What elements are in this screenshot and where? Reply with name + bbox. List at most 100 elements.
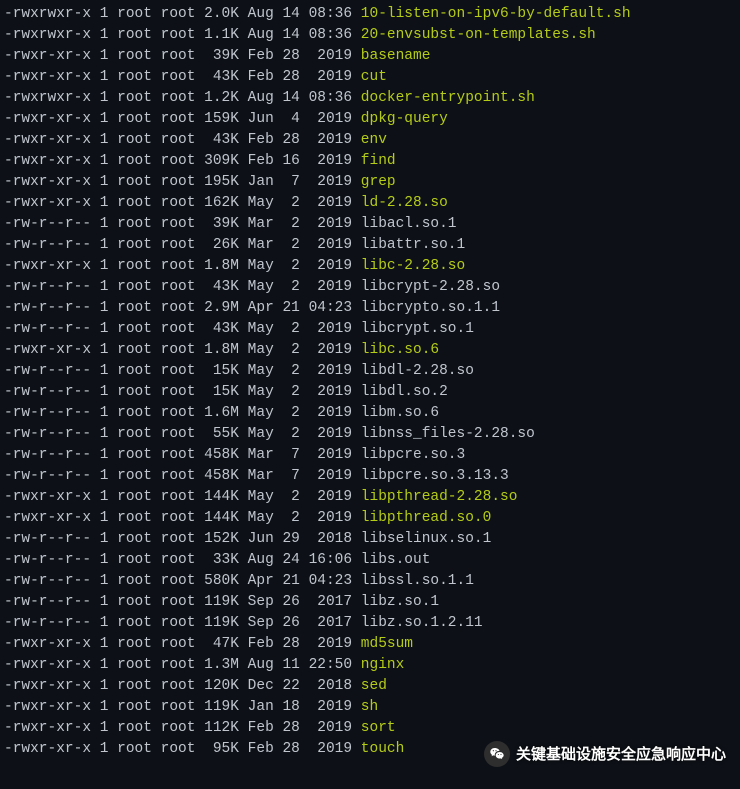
- link-count: 1: [91, 489, 108, 505]
- owner: root: [108, 195, 152, 211]
- owner: root: [108, 48, 152, 64]
- link-count: 1: [91, 69, 108, 85]
- link-count: 1: [91, 132, 108, 148]
- link-count: 1: [91, 237, 108, 253]
- file-name: libattr.so.1: [352, 237, 465, 253]
- listing-row: -rwxrwxr-x 1 root root 1.2K Aug 14 08:36…: [4, 88, 736, 109]
- permissions: -rw-r--r--: [4, 405, 91, 421]
- listing-row: -rwxr-xr-x 1 root root 43K Feb 28 2019 c…: [4, 67, 736, 88]
- permissions: -rwxr-xr-x: [4, 678, 91, 694]
- file-name: touch: [352, 741, 404, 757]
- file-date: May 2 2019: [239, 384, 352, 400]
- file-name: libpthread-2.28.so: [352, 489, 517, 505]
- listing-row: -rw-r--r-- 1 root root 55K May 2 2019 li…: [4, 424, 736, 445]
- link-count: 1: [91, 279, 108, 295]
- group: root: [152, 615, 196, 631]
- permissions: -rwxr-xr-x: [4, 258, 91, 274]
- file-size: 1.8M: [195, 258, 239, 274]
- listing-row: -rw-r--r-- 1 root root 43K May 2 2019 li…: [4, 277, 736, 298]
- file-size: 1.3M: [195, 657, 239, 673]
- owner: root: [108, 111, 152, 127]
- owner: root: [108, 132, 152, 148]
- file-size: 119K: [195, 615, 239, 631]
- link-count: 1: [91, 531, 108, 547]
- file-size: 33K: [195, 552, 239, 568]
- file-name: md5sum: [352, 636, 413, 652]
- file-name: basename: [352, 48, 430, 64]
- listing-row: -rwxrwxr-x 1 root root 2.0K Aug 14 08:36…: [4, 4, 736, 25]
- listing-row: -rwxr-xr-x 1 root root 47K Feb 28 2019 m…: [4, 634, 736, 655]
- link-count: 1: [91, 657, 108, 673]
- file-size: 309K: [195, 153, 239, 169]
- group: root: [152, 48, 196, 64]
- permissions: -rwxr-xr-x: [4, 636, 91, 652]
- group: root: [152, 153, 196, 169]
- listing-row: -rw-r--r-- 1 root root 458K Mar 7 2019 l…: [4, 445, 736, 466]
- file-size: 55K: [195, 426, 239, 442]
- file-date: Jun 4 2019: [239, 111, 352, 127]
- permissions: -rw-r--r--: [4, 237, 91, 253]
- listing-row: -rwxr-xr-x 1 root root 112K Feb 28 2019 …: [4, 718, 736, 739]
- group: root: [152, 573, 196, 589]
- file-date: Jan 7 2019: [239, 174, 352, 190]
- owner: root: [108, 27, 152, 43]
- file-date: Feb 16 2019: [239, 153, 352, 169]
- group: root: [152, 27, 196, 43]
- listing-row: -rw-r--r-- 1 root root 26K Mar 2 2019 li…: [4, 235, 736, 256]
- group: root: [152, 195, 196, 211]
- permissions: -rwxr-xr-x: [4, 489, 91, 505]
- listing-row: -rw-r--r-- 1 root root 43K May 2 2019 li…: [4, 319, 736, 340]
- link-count: 1: [91, 615, 108, 631]
- file-size: 43K: [195, 69, 239, 85]
- listing-row: -rwxr-xr-x 1 root root 159K Jun 4 2019 d…: [4, 109, 736, 130]
- file-date: Mar 2 2019: [239, 216, 352, 232]
- listing-row: -rw-r--r-- 1 root root 1.6M May 2 2019 l…: [4, 403, 736, 424]
- wechat-icon: [484, 741, 510, 767]
- file-date: Dec 22 2018: [239, 678, 352, 694]
- link-count: 1: [91, 111, 108, 127]
- owner: root: [108, 573, 152, 589]
- file-name: libcrypt-2.28.so: [352, 279, 500, 295]
- file-size: 43K: [195, 279, 239, 295]
- group: root: [152, 636, 196, 652]
- file-name: libdl.so.2: [352, 384, 448, 400]
- owner: root: [108, 405, 152, 421]
- terminal-output: -rwxrwxr-x 1 root root 2.0K Aug 14 08:36…: [0, 0, 740, 764]
- link-count: 1: [91, 153, 108, 169]
- group: root: [152, 6, 196, 22]
- owner: root: [108, 657, 152, 673]
- owner: root: [108, 636, 152, 652]
- file-date: May 2 2019: [239, 489, 352, 505]
- listing-row: -rwxr-xr-x 1 root root 120K Dec 22 2018 …: [4, 676, 736, 697]
- file-name: libm.so.6: [352, 405, 439, 421]
- listing-row: -rwxr-xr-x 1 root root 309K Feb 16 2019 …: [4, 151, 736, 172]
- owner: root: [108, 300, 152, 316]
- file-date: Feb 28 2019: [239, 636, 352, 652]
- link-count: 1: [91, 216, 108, 232]
- permissions: -rw-r--r--: [4, 426, 91, 442]
- file-date: May 2 2019: [239, 405, 352, 421]
- file-name: cut: [352, 69, 387, 85]
- file-date: Apr 21 04:23: [239, 300, 352, 316]
- file-name: libselinux.so.1: [352, 531, 491, 547]
- group: root: [152, 90, 196, 106]
- file-date: Mar 2 2019: [239, 237, 352, 253]
- file-size: 458K: [195, 468, 239, 484]
- file-size: 43K: [195, 132, 239, 148]
- file-name: libc-2.28.so: [352, 258, 465, 274]
- permissions: -rwxr-xr-x: [4, 132, 91, 148]
- permissions: -rwxr-xr-x: [4, 48, 91, 64]
- file-date: Jun 29 2018: [239, 531, 352, 547]
- watermark-overlay: 关键基础设施安全应急响应中心: [484, 741, 726, 767]
- permissions: -rwxr-xr-x: [4, 510, 91, 526]
- link-count: 1: [91, 426, 108, 442]
- permissions: -rw-r--r--: [4, 615, 91, 631]
- group: root: [152, 468, 196, 484]
- group: root: [152, 594, 196, 610]
- owner: root: [108, 237, 152, 253]
- owner: root: [108, 531, 152, 547]
- permissions: -rwxr-xr-x: [4, 741, 91, 757]
- file-size: 15K: [195, 384, 239, 400]
- file-name: libs.out: [352, 552, 430, 568]
- group: root: [152, 300, 196, 316]
